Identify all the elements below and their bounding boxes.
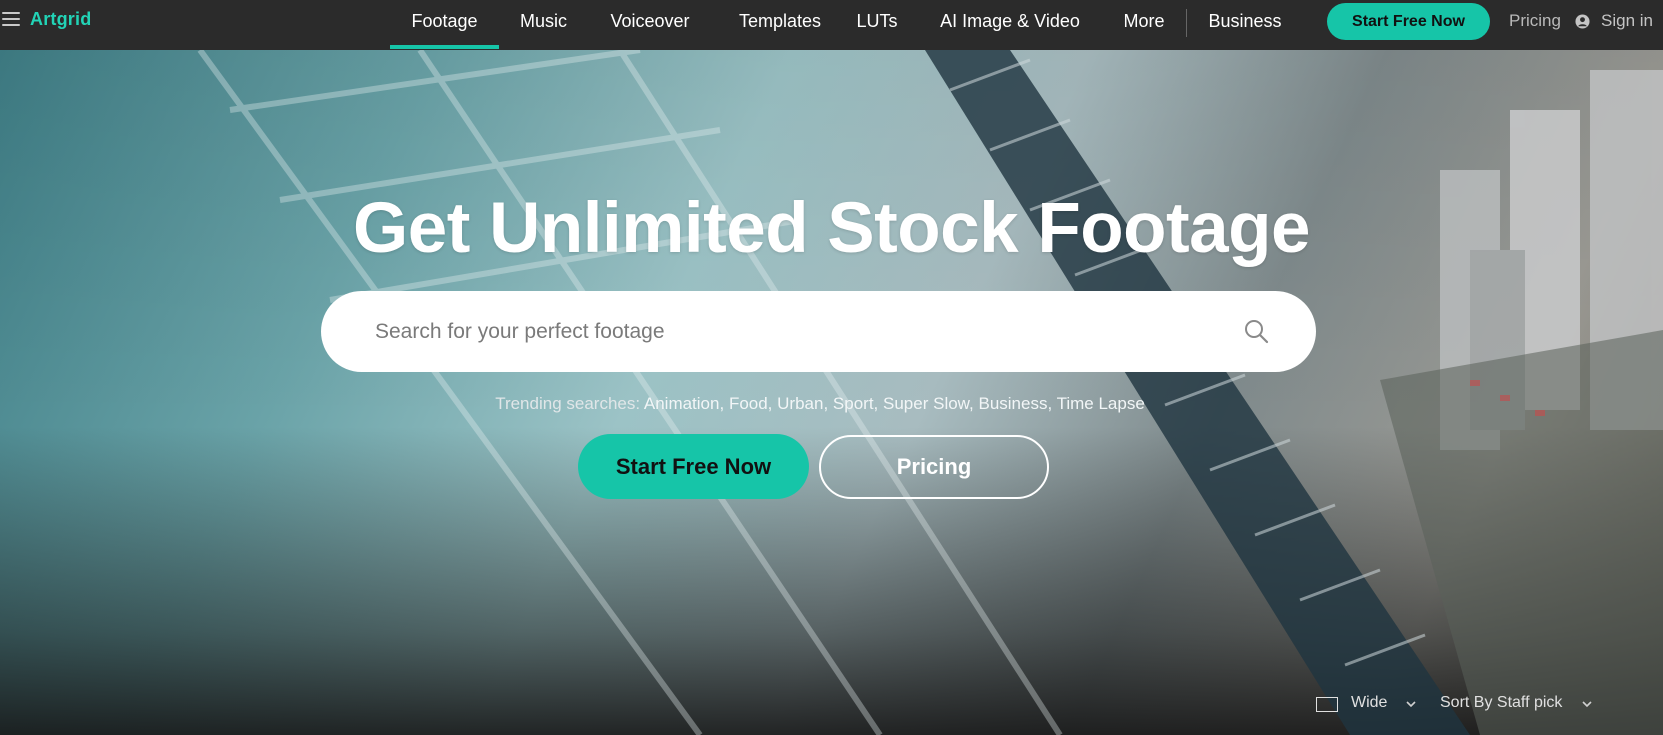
hamburger-icon[interactable] [2, 12, 20, 26]
hero-start-free-now-button[interactable]: Start Free Now [578, 434, 809, 499]
aspect-ratio-label: Wide [1351, 694, 1388, 711]
artgrid-logo[interactable]: Artgrid [30, 9, 91, 30]
nav-divider [1186, 9, 1187, 37]
trending-term-time-lapse[interactable]: Time Lapse [1057, 394, 1145, 413]
nav-templates[interactable]: Templates [727, 0, 833, 50]
hero-section: Get Unlimited Stock Footage Trending sea… [0, 50, 1663, 735]
nav-business[interactable]: Business [1204, 0, 1286, 50]
nav-voiceover[interactable]: Voiceover [604, 0, 696, 50]
search-icon[interactable] [1243, 318, 1269, 344]
trending-searches: Trending searches: Animation, Food, Urba… [0, 394, 1640, 414]
trending-term-sport[interactable]: Sport, [833, 394, 878, 413]
trending-term-animation[interactable]: Animation, [644, 394, 724, 413]
nav-music[interactable]: Music [512, 0, 575, 50]
chevron-down-icon [1582, 701, 1592, 708]
hero-pricing-button[interactable]: Pricing [819, 435, 1049, 499]
hero-background-video [197, 50, 1663, 735]
nav-more[interactable]: More [1120, 0, 1168, 50]
aspect-ratio-dropdown[interactable]: Wide [1316, 694, 1422, 718]
start-free-now-button[interactable]: Start Free Now [1327, 3, 1490, 40]
sort-dropdown[interactable]: Sort By Staff pick [1440, 694, 1600, 718]
trending-term-business[interactable]: Business, [978, 394, 1052, 413]
user-icon[interactable] [1575, 14, 1590, 29]
trending-term-urban[interactable]: Urban, [777, 394, 828, 413]
nav-ai-image-video[interactable]: AI Image & Video [934, 0, 1086, 50]
trending-label: Trending searches: [495, 394, 641, 413]
top-nav-bar: Artgrid Footage Music Voiceover Template… [0, 0, 1663, 50]
aspect-ratio-icon [1316, 697, 1338, 712]
search-bar[interactable] [321, 291, 1316, 372]
sort-label: Sort By Staff pick [1440, 694, 1563, 711]
nav-footage[interactable]: Footage [390, 0, 499, 50]
trending-term-super-slow[interactable]: Super Slow, [883, 394, 974, 413]
sign-in-link[interactable]: Sign in [1601, 11, 1653, 31]
nav-luts[interactable]: LUTs [856, 0, 898, 50]
chevron-down-icon [1406, 701, 1416, 708]
hero-title: Get Unlimited Stock Footage [353, 189, 1310, 268]
pricing-link[interactable]: Pricing [1509, 11, 1561, 31]
trending-term-food[interactable]: Food, [729, 394, 772, 413]
search-input[interactable] [375, 315, 1205, 349]
